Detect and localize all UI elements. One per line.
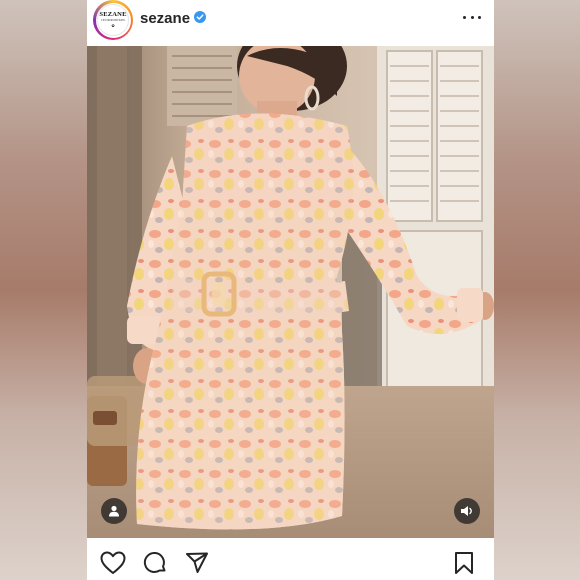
verified-badge-icon xyxy=(194,11,206,23)
speaker-icon xyxy=(461,506,472,516)
post-header: SEZANE LES PROPOSITIONS ✿ sezane xyxy=(87,0,494,42)
comment-bubble-icon xyxy=(143,552,166,573)
sound-toggle-button[interactable] xyxy=(454,498,480,524)
blurred-background-left xyxy=(0,0,87,580)
post-action-bar xyxy=(87,538,494,580)
avatar-logo-mark: ✿ xyxy=(111,22,115,28)
save-button[interactable] xyxy=(451,550,477,576)
tagged-users-button[interactable] xyxy=(101,498,127,524)
share-button[interactable] xyxy=(184,550,210,576)
heart-icon xyxy=(100,551,126,574)
blurred-background-right xyxy=(493,0,580,580)
account-username[interactable]: sezane xyxy=(140,10,190,27)
avatar-logo-text: SEZANE xyxy=(99,11,127,19)
story-ring[interactable]: SEZANE LES PROPOSITIONS ✿ xyxy=(93,0,133,40)
fashion-photo-illustration xyxy=(87,46,494,538)
like-button[interactable] xyxy=(100,550,126,576)
instagram-post: SEZANE LES PROPOSITIONS ✿ sezane xyxy=(87,0,494,580)
post-photo[interactable] xyxy=(87,46,494,538)
paper-plane-icon xyxy=(186,552,208,573)
user-tag-icon xyxy=(109,505,119,517)
avatar[interactable]: SEZANE LES PROPOSITIONS ✿ xyxy=(97,4,129,36)
comment-button[interactable] xyxy=(142,550,168,576)
bookmark-icon xyxy=(455,552,473,574)
more-horizontal-icon[interactable] xyxy=(463,10,481,24)
